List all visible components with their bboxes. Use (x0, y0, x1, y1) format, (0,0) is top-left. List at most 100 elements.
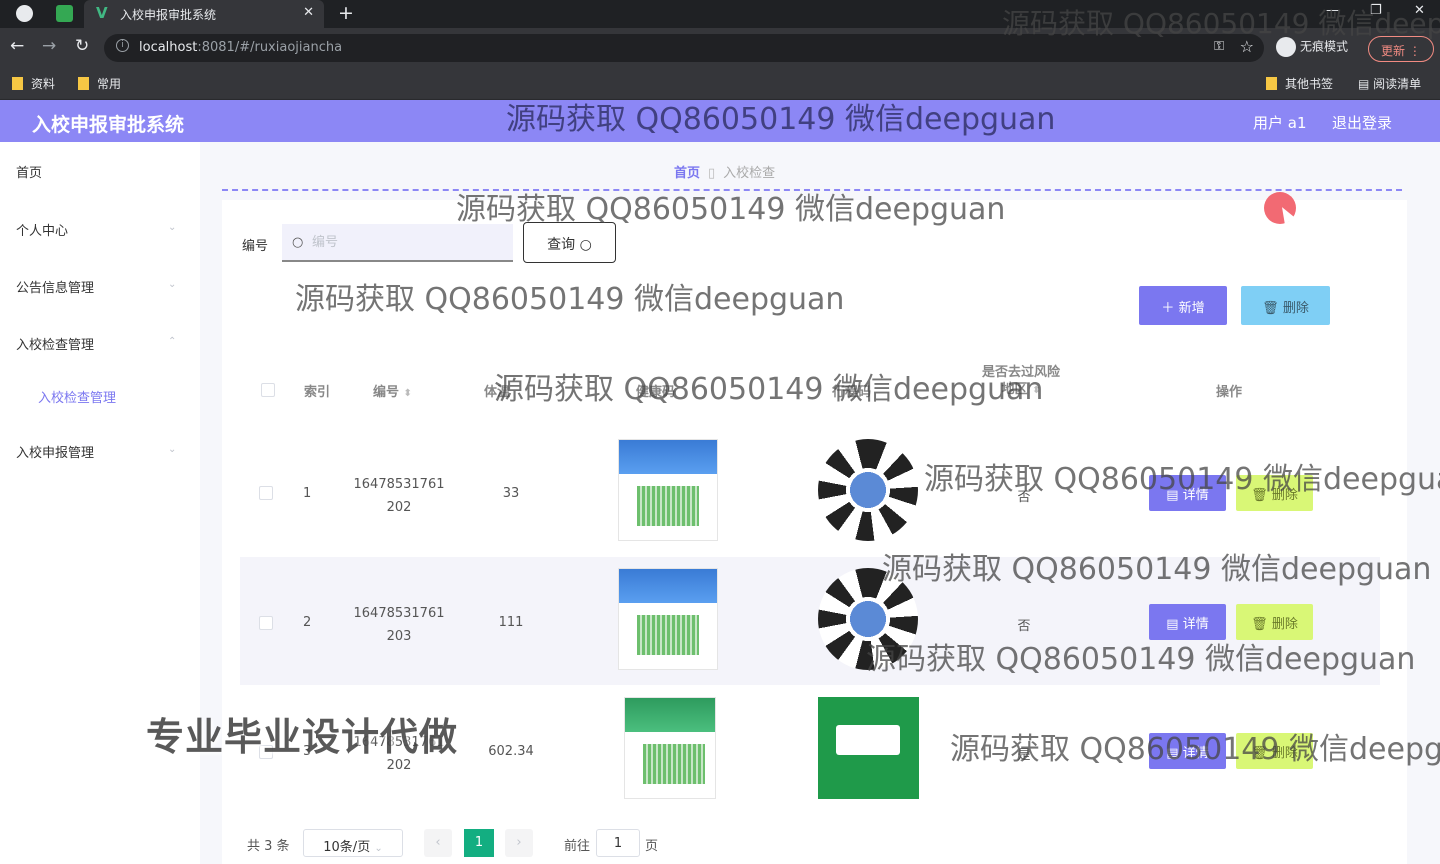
row-temp: 602.34 (488, 744, 534, 759)
chevron-down-icon: ⌄ (374, 843, 383, 854)
prev-page-button[interactable]: ‹ (424, 829, 452, 857)
watermark-large: 专业毕业设计代做 (146, 715, 459, 759)
col-header-health-code[interactable]: 健康码 (636, 381, 675, 400)
browser-profile-icon[interactable] (16, 5, 33, 22)
page-size-select[interactable]: 10条/页 ⌄ (303, 829, 403, 857)
sort-icon[interactable]: ⬍ (404, 388, 412, 399)
active-tab[interactable]: V 入校申报审批系统 ✕ (84, 0, 324, 28)
breadcrumb-current: 入校检查 (723, 166, 776, 181)
update-button[interactable]: 更新 ⋮ (1368, 36, 1434, 62)
tab-close-icon[interactable]: ✕ (303, 5, 314, 20)
breadcrumb: 首页 ▯ 入校检查 (674, 162, 775, 181)
trash-icon: 🗑 (1262, 301, 1279, 316)
app-header: 入校申报审批系统 用户 a1 退出登录 (0, 100, 1440, 142)
chevron-up-icon: ⌃ (168, 336, 177, 347)
reload-icon[interactable]: ↻ (75, 36, 89, 56)
row-code: 16478531761 202 (353, 477, 445, 515)
health-code-image[interactable] (624, 697, 716, 799)
user-label: 用户 a1 (1253, 114, 1307, 132)
site-info-icon[interactable]: i (116, 39, 129, 52)
app-title: 入校申报审批系统 (32, 114, 185, 136)
health-code-image[interactable] (618, 568, 718, 670)
sidebar-item-check[interactable]: 入校检查管理 (16, 334, 94, 353)
add-button[interactable]: ＋ 新增 (1139, 286, 1227, 325)
address-bar: ← → ↻ i localhost:8081/#/ruxiaojiancha ⚿… (0, 28, 1440, 68)
col-header-code[interactable]: 编号 ⬍ (373, 381, 412, 400)
restore-icon[interactable]: ❐ (1370, 3, 1382, 18)
window-close-icon[interactable]: ✕ (1414, 3, 1425, 18)
sidebar-item-home[interactable]: 首页 (16, 162, 42, 181)
row-checkbox[interactable] (259, 616, 273, 630)
trip-code-image[interactable] (818, 697, 919, 799)
goto-prefix: 前往 (564, 839, 591, 854)
breadcrumb-separator-icon: ▯ (708, 166, 716, 181)
goto-suffix: 页 (645, 839, 659, 854)
col-header-index: 索引 (304, 385, 331, 400)
col-header-risk[interactable]: 是否去过风险 地区 ⬍ (982, 364, 1060, 399)
row-index: 2 (303, 615, 312, 630)
row-risk: 否 (1017, 619, 1031, 634)
goto-page-input[interactable]: 1 (596, 829, 640, 857)
search-icon: ○ (579, 237, 592, 253)
bookmark-folder-ziliao[interactable]: 资料 (12, 75, 55, 92)
query-button[interactable]: 查询 ○ (523, 222, 616, 263)
delete-button[interactable]: 🗑 删除 (1236, 733, 1313, 769)
trip-code-qr-image[interactable] (818, 568, 918, 670)
pagination-total: 共 3 条 (247, 839, 290, 854)
trip-code-qr-image[interactable] (818, 439, 918, 541)
search-icon: ○ (292, 235, 304, 250)
password-key-icon[interactable]: ⚿ (1214, 39, 1224, 54)
folder-icon (1266, 77, 1277, 90)
tab-title: 入校申报审批系统 (120, 8, 217, 22)
delete-button[interactable]: 🗑 删除 (1236, 475, 1313, 511)
select-all-checkbox[interactable] (261, 383, 275, 397)
chevron-down-icon: ⌄ (168, 222, 177, 233)
search-label: 编号 (242, 239, 269, 254)
vue-logo-icon: V (96, 4, 108, 22)
detail-button[interactable]: ▤ 详情 (1149, 475, 1226, 511)
row-index: 1 (303, 486, 312, 501)
next-page-button[interactable]: › (505, 829, 533, 857)
row-checkbox[interactable] (259, 486, 273, 500)
chevron-down-icon: ⌄ (168, 279, 177, 290)
sidebar-item-profile[interactable]: 个人中心 (16, 220, 68, 239)
sidebar-item-declare[interactable]: 入校申报管理 (16, 442, 94, 461)
minimize-icon[interactable]: — (1326, 3, 1339, 18)
col-header-trip-code[interactable]: 行程码 (832, 381, 871, 400)
folder-icon (78, 77, 89, 90)
sidebar-subitem-check[interactable]: 入校检查管理 (38, 387, 116, 406)
breadcrumb-home[interactable]: 首页 (674, 166, 700, 181)
row-risk: 否 (1017, 490, 1031, 505)
back-icon[interactable]: ← (10, 36, 24, 56)
incognito-icon (1276, 37, 1296, 57)
health-code-image[interactable] (618, 439, 718, 541)
reading-list[interactable]: ▤ 阅读清单 (1358, 75, 1421, 92)
sort-icon[interactable]: ⬍ (1032, 385, 1040, 396)
pinned-tab-icon[interactable] (56, 5, 73, 22)
logout-link[interactable]: 退出登录 (1332, 112, 1392, 133)
detail-button[interactable]: ▤ 详情 (1149, 604, 1226, 640)
col-header-ops: 操作 (1216, 385, 1243, 400)
row-code: 16478531761 203 (353, 606, 445, 644)
delete-button[interactable]: 🗑 删除 (1236, 604, 1313, 640)
bookmark-folder-changyong[interactable]: 常用 (78, 75, 121, 92)
incognito-indicator[interactable]: 无痕模式 (1276, 37, 1348, 57)
page-number-current[interactable]: 1 (464, 829, 494, 857)
bookmark-other[interactable]: 其他书签 (1266, 75, 1333, 92)
row-temp: 111 (498, 615, 524, 630)
divider (222, 189, 1402, 191)
bookmark-star-icon[interactable]: ☆ (1240, 37, 1254, 56)
folder-icon (12, 77, 23, 90)
url-text: localhost:8081/#/ruxiaojiancha (139, 40, 343, 55)
row-temp: 33 (502, 486, 520, 501)
new-tab-icon[interactable]: + (338, 2, 354, 24)
col-header-temp[interactable]: 体温 (484, 381, 510, 400)
detail-button[interactable]: ▤ 详情 (1149, 733, 1226, 769)
row-risk: 是 (1017, 748, 1031, 763)
forward-icon[interactable]: → (42, 36, 56, 56)
sidebar-item-notice[interactable]: 公告信息管理 (16, 277, 94, 296)
url-field[interactable]: i localhost:8081/#/ruxiaojiancha ⚿ ☆ (104, 34, 1264, 62)
batch-delete-button[interactable]: 🗑 删除 (1241, 286, 1330, 325)
search-input[interactable] (282, 224, 513, 262)
browser-tab-bar: V 入校申报审批系统 ✕ + — ❐ ✕ (0, 0, 1440, 28)
